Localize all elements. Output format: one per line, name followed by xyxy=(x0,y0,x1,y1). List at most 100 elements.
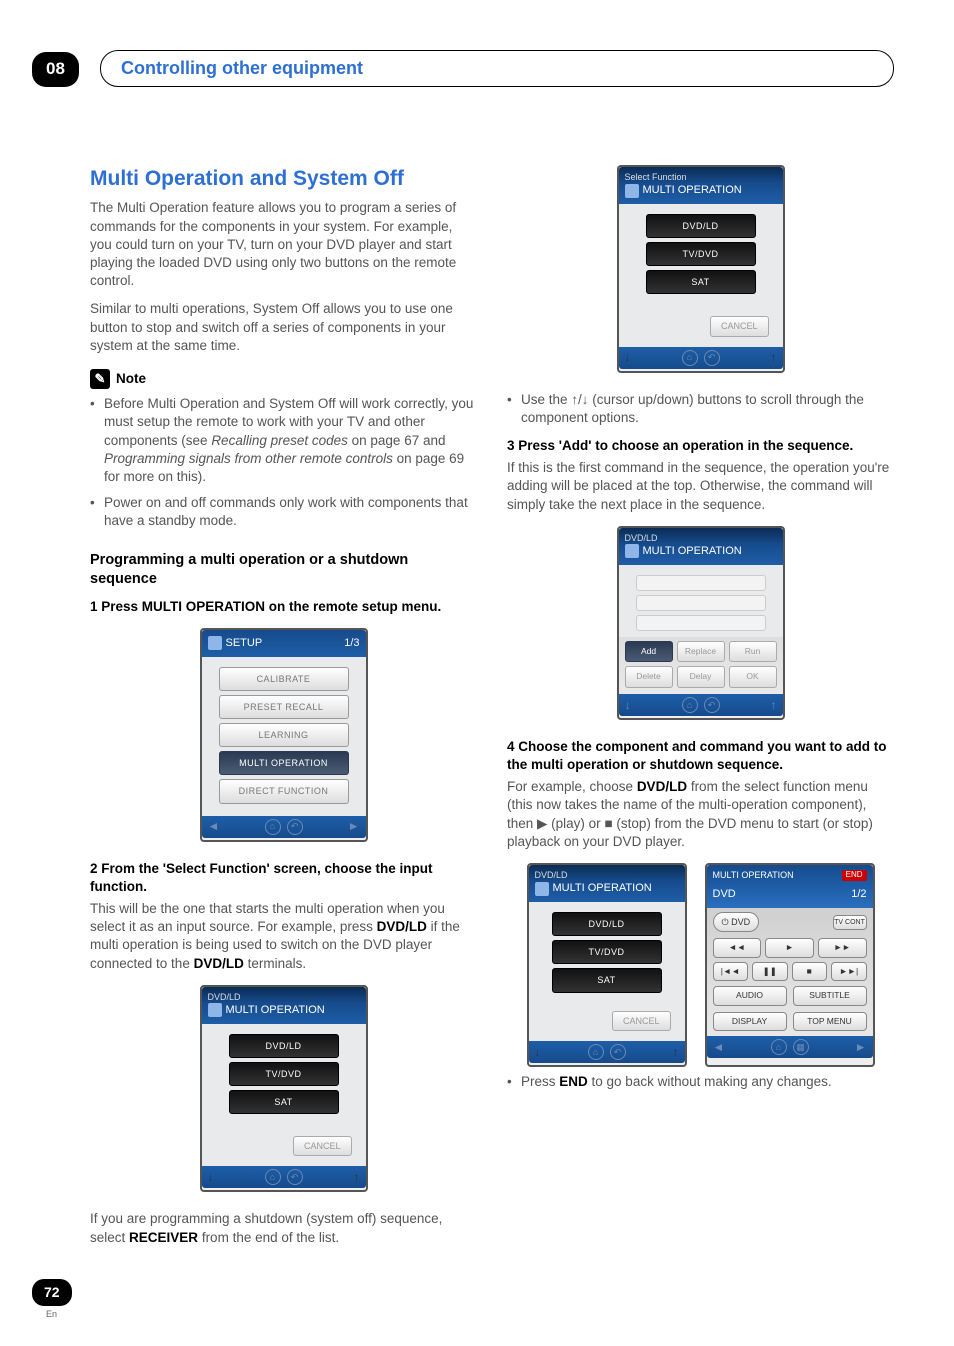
replace-button[interactable]: Replace xyxy=(677,641,725,662)
menu-item-direct-function[interactable]: DIRECT FUNCTION xyxy=(219,779,349,803)
nav-bar: ↓ ⌂ ↶ ↑ xyxy=(202,1166,366,1188)
power-dvd-button[interactable]: ⏻ DVD xyxy=(713,912,760,932)
arrow-down-icon[interactable]: ↓ xyxy=(625,349,631,365)
end-badge[interactable]: END xyxy=(842,870,867,881)
arrow-left-icon[interactable]: ◄ xyxy=(713,1039,725,1055)
step-4-body: For example, choose DVD/LD from the sele… xyxy=(507,778,894,851)
sequence-slot xyxy=(636,615,766,631)
keypad-icon[interactable]: ▦ xyxy=(793,1039,809,1055)
nav-bar: ◄ ⌂ ▦ ► xyxy=(707,1036,873,1058)
subtitle-button[interactable]: SUBTITLE xyxy=(793,986,867,1005)
menu-item-preset-recall[interactable]: PRESET RECALL xyxy=(219,695,349,719)
menu-item-sat[interactable]: SAT xyxy=(552,968,662,992)
arrow-down-icon[interactable]: ↓ xyxy=(625,697,631,713)
home-icon[interactable]: ⌂ xyxy=(682,350,698,366)
back-icon[interactable]: ↶ xyxy=(287,819,303,835)
add-button[interactable]: Add xyxy=(625,641,673,662)
back-icon[interactable]: ↶ xyxy=(287,1169,303,1185)
step-3-body: If this is the first command in the sequ… xyxy=(507,459,894,514)
prev-track-button[interactable]: |◄◄ xyxy=(713,962,749,981)
arrow-down-icon[interactable]: ↓ xyxy=(535,1044,541,1060)
delete-button[interactable]: Delete xyxy=(625,666,673,687)
stop-button[interactable]: ■ xyxy=(792,962,828,981)
arrow-down-icon[interactable]: ↓ xyxy=(208,1169,214,1185)
note-item-1: Before Multi Operation and System Off wi… xyxy=(104,395,477,486)
cursor-tip-list: Use the ↑/↓ (cursor up/down) buttons to … xyxy=(507,391,894,427)
arrow-up-icon[interactable]: ↑ xyxy=(771,349,777,365)
menu-item-tv-dvd[interactable]: TV/DVD xyxy=(552,940,662,964)
nav-bar: ↓ ⌂ ↶ ↑ xyxy=(619,694,783,716)
next-track-button[interactable]: ►►| xyxy=(831,962,867,981)
play-button[interactable]: ► xyxy=(765,938,814,957)
home-icon[interactable]: ⌂ xyxy=(771,1039,787,1055)
run-button[interactable]: Run xyxy=(729,641,777,662)
menu-item-sat[interactable]: SAT xyxy=(646,270,756,294)
menu-item-tv-dvd[interactable]: TV/DVD xyxy=(229,1062,339,1086)
section-heading: Multi Operation and System Off xyxy=(90,165,477,193)
arrow-left-icon[interactable]: ◄ xyxy=(208,818,220,834)
text-bold: DVD/LD xyxy=(377,919,427,934)
text: on page 67 and xyxy=(348,433,446,448)
home-icon[interactable]: ⌂ xyxy=(265,819,281,835)
ok-button[interactable]: OK xyxy=(729,666,777,687)
fast-forward-button[interactable]: ►► xyxy=(818,938,867,957)
text: terminals. xyxy=(244,956,306,971)
home-icon[interactable]: ⌂ xyxy=(588,1044,604,1060)
cancel-button[interactable]: CANCEL xyxy=(293,1136,352,1156)
menu-item-multi-operation[interactable]: MULTI OPERATION xyxy=(219,751,349,775)
menu-item-dvd-ld[interactable]: DVD/LD xyxy=(552,912,662,936)
arrow-up-icon[interactable]: ↑ xyxy=(673,1044,679,1060)
tv-cont-button[interactable]: TV CONT xyxy=(833,915,867,930)
back-icon[interactable]: ↶ xyxy=(704,350,720,366)
arrow-up-icon[interactable]: ↑ xyxy=(771,697,777,713)
screen-subtitle: Select Function xyxy=(619,167,783,183)
text-ref: Recalling preset codes xyxy=(211,433,348,448)
home-icon[interactable]: ⌂ xyxy=(265,1169,281,1185)
menu-item-calibrate[interactable]: CALIBRATE xyxy=(219,667,349,691)
text-bold: DVD/LD xyxy=(194,956,244,971)
cancel-button[interactable]: CANCEL xyxy=(710,316,769,336)
end-tip-list: Press END to go back without making any … xyxy=(507,1073,894,1091)
menu-item-sat[interactable]: SAT xyxy=(229,1090,339,1114)
delay-button[interactable]: Delay xyxy=(677,666,725,687)
top-menu-button[interactable]: TOP MENU xyxy=(793,1012,867,1031)
text-bold: END xyxy=(559,1074,588,1089)
step-1-heading: 1 Press MULTI OPERATION on the remote se… xyxy=(90,598,477,616)
text: Press xyxy=(521,1074,559,1089)
sequence-slot xyxy=(636,575,766,591)
cancel-button[interactable]: CANCEL xyxy=(612,1011,671,1031)
nav-bar: ↓ ⌂ ↶ ↑ xyxy=(619,347,783,369)
back-icon[interactable]: ↶ xyxy=(704,697,720,713)
cursor-tip: Use the ↑/↓ (cursor up/down) buttons to … xyxy=(521,391,894,427)
back-icon[interactable]: ↶ xyxy=(610,1044,626,1060)
menu-item-dvd-ld[interactable]: DVD/LD xyxy=(229,1034,339,1058)
pencil-icon xyxy=(90,369,110,389)
text: to go back without making any changes. xyxy=(588,1074,832,1089)
arrow-up-icon[interactable]: ↑ xyxy=(354,1169,360,1185)
display-button[interactable]: DISPLAY xyxy=(713,1012,787,1031)
arrow-right-icon[interactable]: ► xyxy=(855,1039,867,1055)
arrow-right-icon[interactable]: ► xyxy=(348,818,360,834)
pause-button[interactable]: ❚❚ xyxy=(752,962,788,981)
screen-icon xyxy=(535,882,549,896)
screen-title: MULTI OPERATION xyxy=(643,183,742,198)
text-bold: DVD/LD xyxy=(637,779,687,794)
screen-line2-left: DVD xyxy=(713,887,736,902)
home-icon[interactable]: ⌂ xyxy=(682,697,698,713)
text: from the end of the list. xyxy=(198,1230,339,1245)
nav-bar: ↓ ⌂ ↶ ↑ xyxy=(529,1041,685,1063)
step-4-heading: 4 Choose the component and command you w… xyxy=(507,738,894,774)
screen-icon xyxy=(208,636,222,650)
rewind-button[interactable]: ◄◄ xyxy=(713,938,762,957)
menu-item-dvd-ld[interactable]: DVD/LD xyxy=(646,214,756,238)
menu-item-tv-dvd[interactable]: TV/DVD xyxy=(646,242,756,266)
step-2-body: This will be the one that starts the mul… xyxy=(90,900,477,973)
chapter-title: Controlling other equipment xyxy=(100,50,894,87)
page-number: 72 xyxy=(32,1279,72,1306)
audio-button[interactable]: AUDIO xyxy=(713,986,787,1005)
menu-item-learning[interactable]: LEARNING xyxy=(219,723,349,747)
note-item-2: Power on and off commands only work with… xyxy=(104,494,477,530)
step-2-heading: 2 From the 'Select Function' screen, cho… xyxy=(90,860,477,896)
screen-title: MULTI OPERATION xyxy=(643,544,742,559)
screen-subtitle: DVD/LD xyxy=(529,865,685,881)
